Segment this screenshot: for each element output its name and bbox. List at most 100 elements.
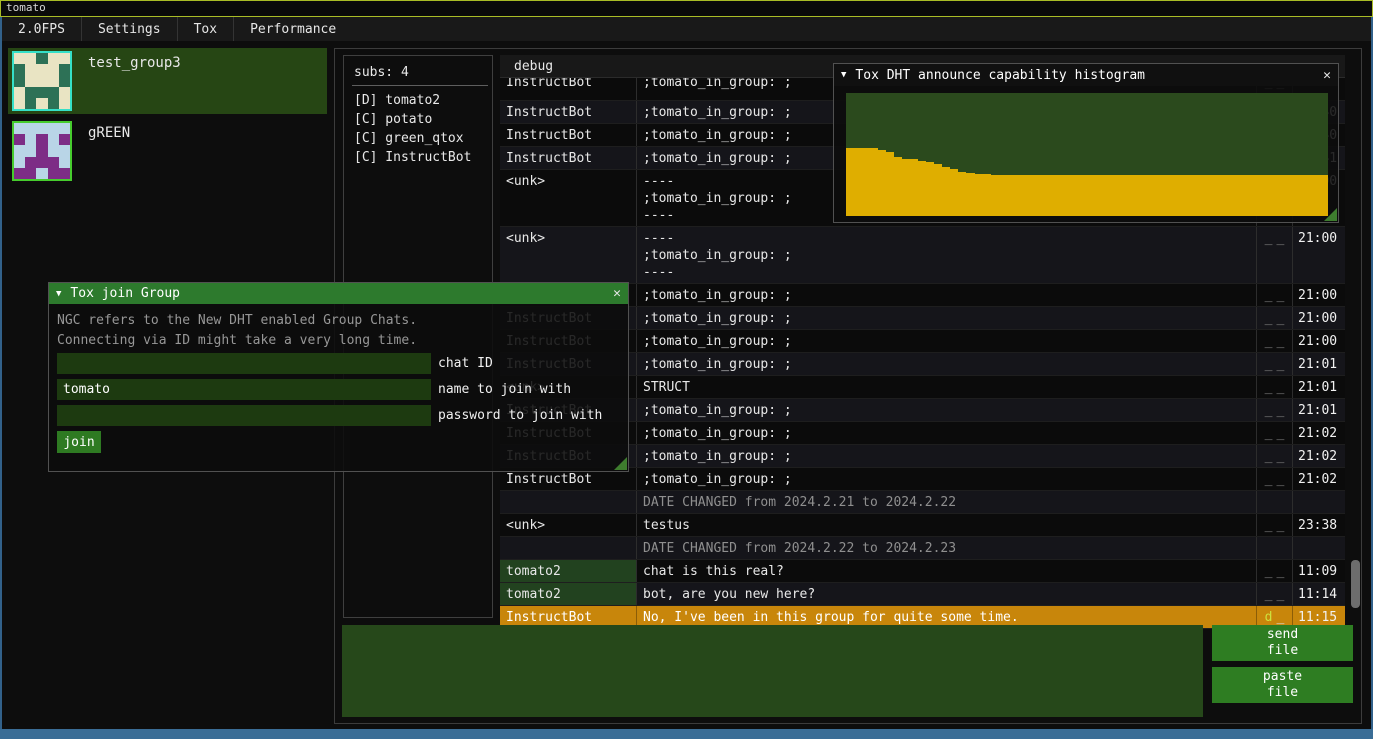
close-icon[interactable]: ✕ (1323, 68, 1331, 83)
histogram-bar (999, 175, 1007, 216)
collapse-icon[interactable]: ▼ (56, 289, 61, 299)
histogram-bar (1312, 175, 1320, 216)
message-status: __ (1256, 284, 1292, 306)
histogram-bar (918, 161, 926, 216)
join-name-field[interactable] (57, 379, 431, 400)
message-sender: tomato2 (500, 560, 636, 582)
dht-histogram-titlebar[interactable]: ▼ Tox DHT announce capability histogram … (834, 64, 1338, 86)
message-time: 11:14 (1292, 583, 1345, 605)
avatar-pixel (14, 53, 25, 64)
avatar-pixel (59, 87, 70, 98)
menu-item-performance[interactable]: Performance (234, 17, 352, 41)
message-status (1256, 491, 1292, 513)
system-message-row: DATE CHANGED from 2024.2.21 to 2024.2.22 (500, 491, 1345, 514)
chat-id-row: chat ID (57, 353, 493, 374)
message-row: <unk>testus__23:38 (500, 514, 1345, 537)
avatar-pixel (59, 123, 70, 134)
message-text: ;tomato_in_group: ; (636, 422, 1256, 444)
chat-id-field[interactable] (57, 353, 431, 374)
avatar-pixel (59, 145, 70, 156)
message-time: 21:00 (1292, 227, 1345, 283)
histogram-bar (1215, 175, 1223, 216)
avatar-pixel (25, 64, 36, 75)
histogram-bar (1095, 175, 1103, 216)
status-mark: _ (1277, 518, 1285, 533)
collapse-icon[interactable]: ▼ (841, 70, 846, 80)
status-mark: _ (1265, 403, 1273, 418)
window-titlebar: tomato (0, 0, 1373, 17)
message-sender: <unk> (500, 227, 636, 283)
status-mark: _ (1277, 403, 1285, 418)
message-time: 21:00 (1292, 284, 1345, 306)
join-button[interactable]: join (57, 431, 101, 453)
avatar-pixel (14, 157, 25, 168)
avatar-pixel (48, 157, 59, 168)
group-item-gREEN[interactable]: gREEN (8, 118, 327, 184)
message-status: __ (1256, 227, 1292, 283)
resize-grip[interactable] (1324, 208, 1337, 221)
menu-item-settings[interactable]: Settings (82, 17, 177, 41)
close-icon[interactable]: ✕ (613, 286, 621, 301)
avatar-pixel (14, 123, 25, 134)
histogram-bar (1143, 175, 1151, 216)
histogram-bar (878, 150, 886, 216)
message-text: ;tomato_in_group: ; (636, 353, 1256, 375)
histogram-bar (1207, 175, 1215, 216)
message-text: chat is this real? (636, 560, 1256, 582)
histogram-bar (1039, 175, 1047, 216)
histogram-bar (1055, 175, 1063, 216)
histogram-bar (846, 148, 854, 216)
paste-file-button[interactable]: paste file (1212, 667, 1353, 703)
histogram-bar (966, 173, 974, 216)
status-mark: _ (1265, 518, 1273, 533)
histogram-bar (1272, 175, 1280, 216)
resize-grip[interactable] (614, 457, 627, 470)
menu-item-tox[interactable]: Tox (178, 17, 233, 41)
avatar-pixel (14, 75, 25, 86)
histogram-bar (870, 148, 878, 216)
status-mark: _ (1277, 311, 1285, 326)
histogram-bar (886, 152, 894, 216)
histogram-bar (1256, 175, 1264, 216)
join-group-titlebar[interactable]: ▼ Tox join Group ✕ (49, 283, 628, 304)
message-input[interactable] (342, 625, 1203, 717)
message-text: DATE CHANGED from 2024.2.22 to 2024.2.23 (636, 537, 1256, 559)
message-time: 21:01 (1292, 399, 1345, 421)
histogram-bar (958, 172, 966, 216)
send-file-button[interactable]: send file (1212, 625, 1353, 661)
status-mark: _ (1277, 357, 1285, 372)
message-sender: InstructBot (500, 147, 636, 169)
histogram-bar (1183, 175, 1191, 216)
status-mark: _ (1265, 380, 1273, 395)
histogram-bar (1007, 175, 1015, 216)
message-text: DATE CHANGED from 2024.2.21 to 2024.2.22 (636, 491, 1256, 513)
message-time: 21:02 (1292, 422, 1345, 444)
group-avatar (12, 51, 72, 111)
join-password-label: password to join with (438, 408, 602, 423)
histogram-bar (1047, 175, 1055, 216)
avatar-pixel (59, 157, 70, 168)
menu-bar: 2.0FPSSettingsToxPerformance (2, 17, 1371, 41)
avatar-pixel (14, 87, 25, 98)
chat-scrollbar[interactable] (1351, 560, 1360, 608)
dht-histogram-window: ▼ Tox DHT announce capability histogram … (833, 63, 1339, 223)
avatar-pixel (59, 168, 70, 179)
histogram-bar (1135, 175, 1143, 216)
message-sender: <unk> (500, 170, 636, 226)
message-time: 21:02 (1292, 445, 1345, 467)
tab-debug[interactable]: debug (500, 59, 553, 74)
status-bar (0, 729, 1373, 739)
status-mark: _ (1277, 380, 1285, 395)
message-sender: tomato2 (500, 583, 636, 605)
avatar-pixel (25, 98, 36, 109)
dht-histogram-body (834, 86, 1338, 222)
join-password-field[interactable] (57, 405, 431, 426)
avatar-pixel (14, 168, 25, 179)
histogram-bar (1071, 175, 1079, 216)
message-time: 21:01 (1292, 353, 1345, 375)
message-time: 23:38 (1292, 514, 1345, 536)
group-item-test_group3[interactable]: test_group3 (8, 48, 327, 114)
message-time: 21:00 (1292, 330, 1345, 352)
avatar-pixel (36, 134, 47, 145)
avatar-pixel (48, 75, 59, 86)
